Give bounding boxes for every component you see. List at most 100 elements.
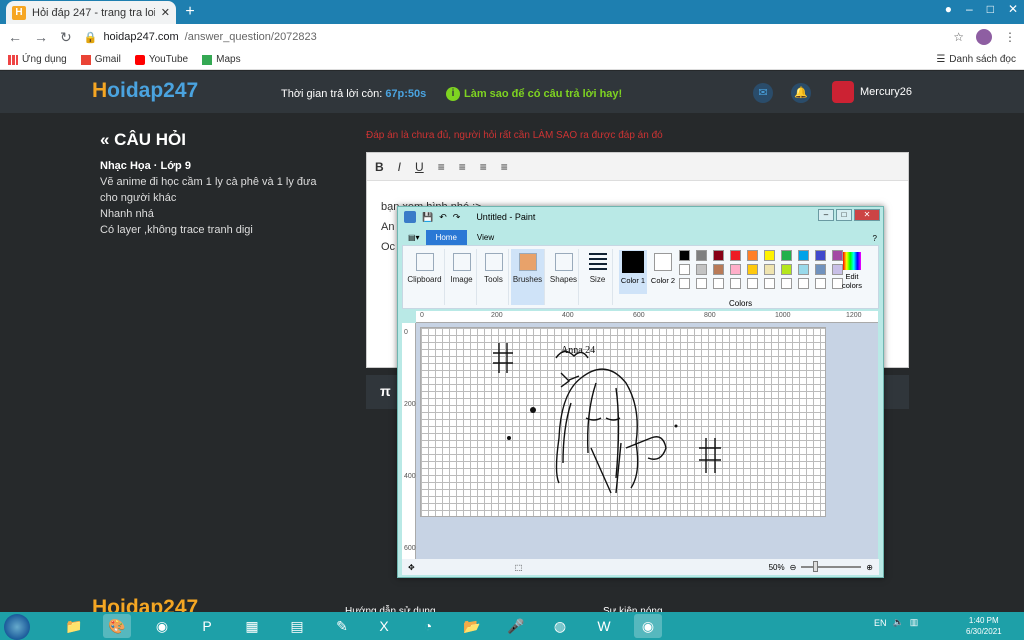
palette-swatch[interactable] — [679, 250, 690, 261]
color1-selector[interactable]: Color 1 — [619, 250, 647, 294]
bold-button[interactable]: B — [375, 160, 384, 174]
save-icon[interactable]: 💾 — [422, 212, 433, 223]
palette-swatch[interactable] — [764, 250, 775, 261]
clipboard-group[interactable]: Clipboard — [405, 249, 445, 305]
palette-swatch[interactable] — [713, 278, 724, 289]
size-group[interactable]: Size — [583, 249, 613, 305]
underline-button[interactable]: U — [415, 160, 424, 174]
excel-icon[interactable]: X — [370, 614, 398, 638]
palette-swatch[interactable] — [781, 264, 792, 275]
browser-tab[interactable]: H Hỏi đáp 247 - trang tra loi ✕ — [6, 1, 176, 24]
palette-swatch[interactable] — [730, 250, 741, 261]
palette-swatch[interactable] — [764, 264, 775, 275]
italic-button[interactable]: I — [398, 160, 401, 174]
redo-icon[interactable]: ↷ — [453, 212, 461, 223]
microphone-icon[interactable]: 🎤 — [502, 614, 530, 638]
drawing-canvas[interactable]: Anna 24 — [420, 327, 826, 517]
palette-swatch[interactable] — [713, 250, 724, 261]
palette-swatch[interactable] — [696, 278, 707, 289]
site-logo[interactable]: Hoidap247 — [92, 79, 198, 103]
bookmark-maps[interactable]: Maps — [202, 54, 241, 65]
justify-button[interactable]: ≡ — [501, 160, 508, 174]
tools-group[interactable]: Tools — [479, 249, 509, 305]
palette-swatch[interactable] — [781, 278, 792, 289]
image-group[interactable]: Image — [447, 249, 477, 305]
bookmark-gmail[interactable]: Gmail — [80, 54, 121, 65]
palette-swatch[interactable] — [764, 278, 775, 289]
minimize-icon[interactable]: – — [966, 2, 973, 16]
palette-swatch[interactable] — [781, 250, 792, 261]
app-icon[interactable]: ▦ — [238, 614, 266, 638]
paint-minimize-button[interactable]: – — [818, 209, 834, 221]
palette-swatch[interactable] — [815, 278, 826, 289]
start-button[interactable] — [4, 614, 30, 640]
zoom-slider-knob[interactable] — [813, 561, 819, 572]
word-icon[interactable]: W — [590, 614, 618, 638]
reading-list[interactable]: ☰ Danh sách đọc — [936, 54, 1016, 65]
paint-window[interactable]: 💾 ↶ ↷ Untitled - Paint – □ ✕ ▤▾ Home Vie… — [397, 206, 884, 578]
question-heading[interactable]: « CÂU HỎI — [100, 130, 186, 150]
tool-icon[interactable]: ✎ — [328, 614, 356, 638]
palette-swatch[interactable] — [747, 264, 758, 275]
align-left-button[interactable]: ≡ — [438, 160, 445, 174]
back-arrow-icon[interactable]: ← — [8, 29, 22, 45]
explorer-icon[interactable]: 📁 — [60, 614, 88, 638]
brushes-group[interactable]: Brushes — [511, 249, 545, 305]
bookmark-apps[interactable]: Ứng dụng — [8, 54, 67, 65]
palette-swatch[interactable] — [730, 278, 741, 289]
tab-home[interactable]: Home — [425, 230, 467, 245]
paint-maximize-button[interactable]: □ — [836, 209, 852, 221]
palette-swatch[interactable] — [815, 264, 826, 275]
shapes-group[interactable]: Shapes — [549, 249, 579, 305]
powerpoint-icon[interactable]: P — [193, 614, 221, 638]
notepad-icon[interactable]: ▤ — [283, 614, 311, 638]
paint-menu-button[interactable]: ▤▾ — [402, 230, 426, 245]
profile-avatar[interactable] — [976, 29, 992, 45]
answer-tip-link[interactable]: i Làm sao để có câu trả lời hay! — [446, 87, 622, 101]
help-icon[interactable]: ? — [871, 232, 879, 245]
align-center-button[interactable]: ≡ — [459, 160, 466, 174]
paint-taskbar-icon[interactable]: 🎨 — [103, 614, 131, 638]
palette-swatch[interactable] — [713, 264, 724, 275]
palette-swatch[interactable] — [696, 250, 707, 261]
palette-swatch[interactable] — [815, 250, 826, 261]
palette-swatch[interactable] — [747, 278, 758, 289]
profile-dot-icon[interactable]: ● — [945, 2, 952, 16]
maximize-icon[interactable]: □ — [987, 2, 994, 16]
folder-icon[interactable]: 📂 — [458, 614, 486, 638]
forward-arrow-icon[interactable]: → — [34, 29, 48, 45]
clock[interactable]: 1:40 PM 6/30/2021 — [966, 615, 1002, 637]
bookmark-youtube[interactable]: YouTube — [134, 54, 188, 65]
address-bar[interactable]: 🔒 hoidap247.com/answer_question/2072823 — [84, 27, 942, 47]
math-pi-icon[interactable]: π — [380, 383, 391, 399]
zoom-out-button[interactable]: ⊖ — [790, 563, 797, 572]
align-right-button[interactable]: ≡ — [480, 160, 487, 174]
language-indicator[interactable]: EN — [874, 618, 887, 628]
zoom-in-button[interactable]: ⊕ — [866, 563, 873, 572]
edit-colors-button[interactable]: Edit colors — [837, 252, 867, 290]
star-icon[interactable]: ☆ — [953, 30, 964, 44]
user-menu[interactable]: Mercury26 — [832, 81, 912, 103]
palette-swatch[interactable] — [679, 278, 690, 289]
palette-swatch[interactable] — [798, 264, 809, 275]
menu-kebab-icon[interactable]: ⋮ — [1004, 30, 1016, 44]
zoom-slider[interactable] — [801, 561, 862, 572]
volume-icon[interactable]: 🔈 — [893, 617, 904, 628]
app-green-icon[interactable]: ◔ — [414, 614, 442, 638]
palette-swatch[interactable] — [679, 264, 690, 275]
new-tab-button[interactable]: + — [180, 3, 200, 21]
tab-close-icon[interactable]: ✕ — [161, 6, 170, 19]
palette-swatch[interactable] — [747, 250, 758, 261]
bell-icon[interactable]: 🔔 — [791, 83, 811, 103]
close-window-icon[interactable]: ✕ — [1008, 2, 1018, 16]
chat-icon[interactable]: ✉ — [753, 83, 773, 103]
palette-swatch[interactable] — [696, 264, 707, 275]
reload-icon[interactable]: ↻ — [60, 29, 72, 46]
chrome-icon[interactable]: ◉ — [148, 614, 176, 638]
paint-close-button[interactable]: ✕ — [854, 209, 880, 221]
palette-swatch[interactable] — [798, 278, 809, 289]
undo-icon[interactable]: ↶ — [439, 212, 447, 223]
tab-view[interactable]: View — [467, 230, 504, 245]
app-dark-icon[interactable]: ◍ — [546, 614, 574, 638]
chrome-active-icon[interactable]: ◉ — [634, 614, 662, 638]
